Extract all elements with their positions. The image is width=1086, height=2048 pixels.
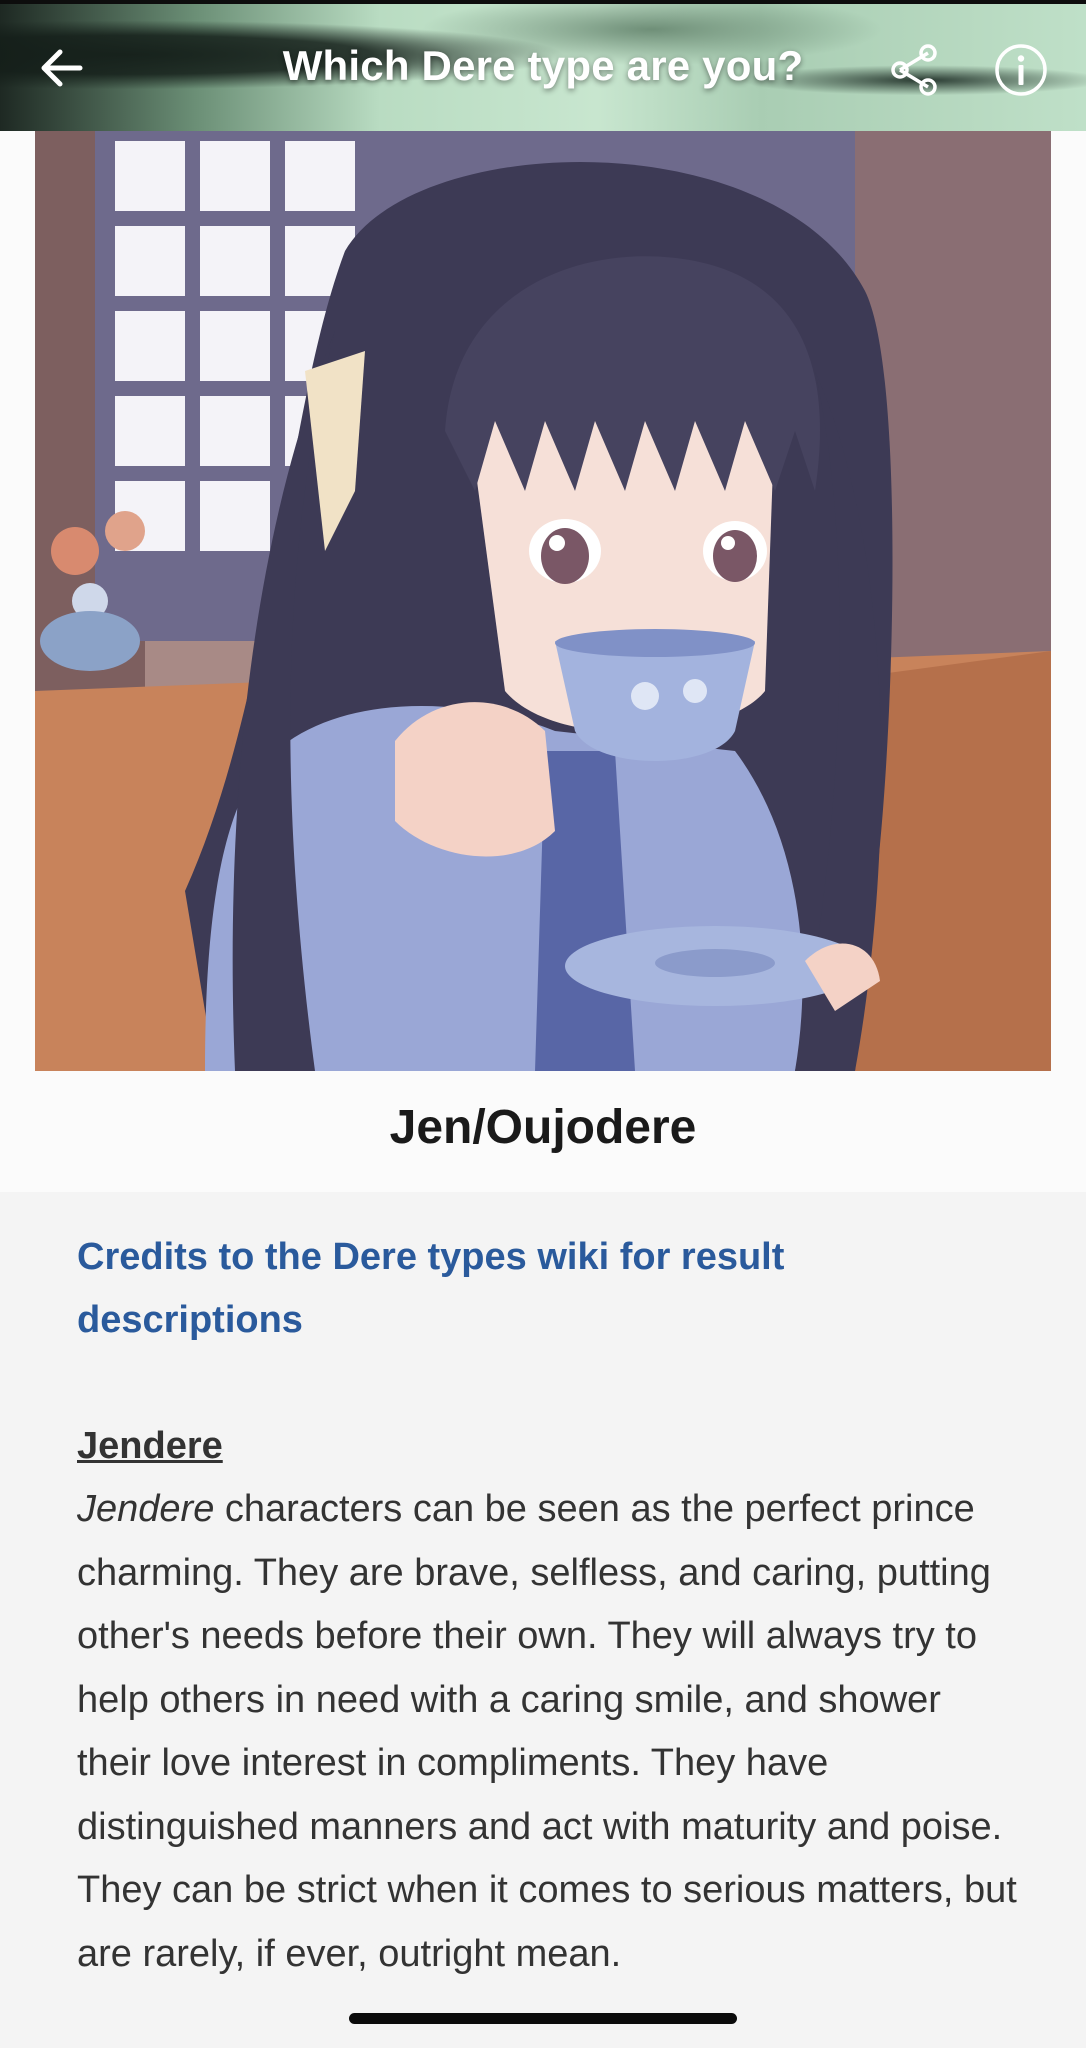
share-icon [891, 44, 937, 96]
italic-term: Jendere [77, 1488, 215, 1530]
description-text: characters can be seen as the perfect pr… [77, 1488, 1017, 1975]
top-nav-bar: Which Dere type are you? [0, 0, 1086, 131]
share-button[interactable] [884, 40, 944, 100]
result-image [35, 131, 1051, 1071]
result-description: Credits to the Dere types wiki for resul… [77, 1192, 1017, 1986]
info-button[interactable] [993, 42, 1049, 98]
arrow-left-icon [41, 49, 83, 87]
result-title: Jen/Oujodere [389, 1101, 697, 1154]
credits-link[interactable]: Credits to the Dere types wiki for resul… [77, 1226, 1017, 1352]
home-indicator[interactable] [349, 2013, 737, 2024]
quiz-title: Which Dere type are you? [282, 42, 804, 89]
back-button[interactable] [34, 40, 90, 96]
result-page: Which Dere type are you? Jen/Oujodere Cr… [0, 0, 1086, 2048]
info-circle-icon [995, 44, 1047, 96]
result-card: Jen/Oujodere [0, 131, 1086, 1192]
section-heading: Jendere [77, 1425, 223, 1467]
description-body: Jendere characters can be seen as the pe… [77, 1478, 1017, 1986]
